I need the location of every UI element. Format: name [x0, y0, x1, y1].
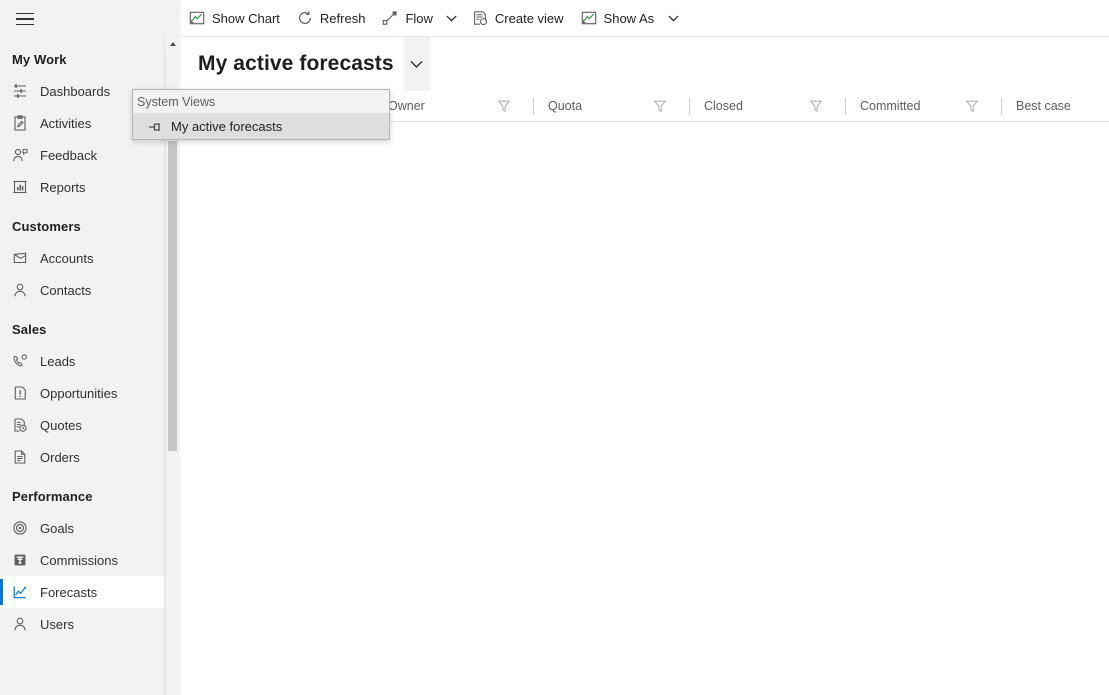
contacts-icon: [12, 280, 36, 300]
sitemap-group-title: Sales: [12, 322, 47, 337]
sitemap-group-title: Performance: [12, 489, 93, 504]
sidebar-item-quotes[interactable]: Quotes: [0, 409, 164, 441]
sidebar-item-forecasts[interactable]: Forecasts: [0, 576, 164, 608]
grid-body: No data available.: [180, 122, 1109, 695]
accounts-icon: [12, 248, 36, 268]
dashboards-icon: [12, 81, 36, 101]
command-show-as[interactable]: Show As: [572, 0, 663, 37]
reports-icon: [12, 177, 36, 197]
sidebar-item-label: Quotes: [40, 417, 82, 433]
flyout-item-label: My active forecasts: [171, 118, 283, 134]
command-label: Refresh: [319, 10, 366, 26]
sidebar-item-goals[interactable]: Goals: [0, 512, 164, 544]
sidebar-item-accounts[interactable]: Accounts: [0, 242, 164, 274]
command-label: Show As: [603, 10, 655, 26]
grid-column-label: Closed: [704, 99, 743, 113]
pin-icon[interactable]: [143, 118, 165, 134]
filter-icon[interactable]: [652, 91, 668, 121]
scroll-up-arrow-icon[interactable]: [165, 36, 180, 52]
sidebar-item-reports[interactable]: Reports: [0, 171, 164, 203]
command-flow[interactable]: Flow: [373, 0, 440, 37]
sidebar-item-label: Users: [40, 616, 74, 632]
command-show-chart[interactable]: Show Chart: [180, 0, 288, 37]
sitemap-group-title: My Work: [12, 52, 67, 67]
view-selector-bar: My active forecasts: [180, 37, 1109, 91]
app-root: My Work Dashboards Activities Feedback Repor…: [0, 0, 1109, 695]
filter-icon[interactable]: [964, 91, 980, 121]
sitemap-group-title: Customers: [12, 219, 81, 234]
show-chart-icon: [188, 10, 206, 26]
flyout-section-header: System Views: [133, 90, 389, 113]
goals-icon: [12, 518, 36, 538]
scrollbar-track: [165, 52, 166, 695]
sidebar-item-label: Leads: [40, 353, 76, 369]
activities-icon: [12, 113, 36, 133]
opportunities-icon: [12, 383, 36, 403]
sidebar-item-opportunities[interactable]: Opportunities: [0, 377, 164, 409]
sidebar-item-feedback[interactable]: Feedback: [0, 139, 164, 171]
forecasts-icon: [12, 582, 36, 602]
grid-column-label: Owner: [388, 99, 425, 113]
command-label: Create view: [494, 10, 564, 26]
sidebar-item-label: Forecasts: [40, 584, 98, 600]
chevron-down-icon[interactable]: [403, 37, 430, 91]
sidebar-item-label: Dashboards: [40, 83, 111, 99]
sidebar-item-label: Contacts: [40, 282, 92, 298]
users-icon: [12, 614, 36, 634]
sidebar-item-label: Feedback: [40, 147, 98, 163]
quotes-icon: [12, 415, 36, 435]
filter-icon[interactable]: [808, 91, 824, 121]
hamburger-menu-icon[interactable]: [8, 10, 42, 28]
leads-icon: [12, 351, 36, 371]
filter-icon[interactable]: [496, 91, 512, 121]
flow-icon: [381, 10, 399, 26]
grid-column-best-case[interactable]: Best case: [1002, 91, 1109, 121]
sidebar-item-label: Activities: [40, 115, 92, 131]
command-refresh[interactable]: Refresh: [288, 0, 374, 37]
grid-column-quota[interactable]: Quota: [534, 91, 690, 121]
grid-column-committed[interactable]: Committed: [846, 91, 1002, 121]
grid-column-owner[interactable]: Owner: [374, 91, 534, 121]
command-create-view[interactable]: Create view: [463, 0, 572, 37]
command-label: Flow: [405, 10, 433, 26]
grid-column-label: Quota: [548, 99, 583, 113]
feedback-icon: [12, 145, 36, 165]
sidebar-item-label: Accounts: [40, 250, 94, 266]
grid-column-label: Committed: [860, 99, 921, 113]
sidebar-item-label: Commissions: [40, 552, 119, 568]
flyout-item-my-active-forecasts[interactable]: My active forecasts: [133, 113, 389, 139]
sidebar-item-commissions[interactable]: Commissions: [0, 544, 164, 576]
refresh-icon: [296, 10, 314, 26]
sidebar-item-users[interactable]: Users: [0, 608, 164, 640]
sidebar-item-contacts[interactable]: Contacts: [0, 274, 164, 306]
orders-icon: [12, 447, 36, 467]
commissions-icon: [12, 550, 36, 570]
show-as-icon: [580, 10, 598, 26]
command-bar: Show Chart Refresh Flow Create view Show As: [180, 0, 1109, 37]
scrollbar-thumb[interactable]: [168, 141, 177, 451]
page-title[interactable]: My active forecasts: [180, 52, 394, 76]
command-show-as-chevron-down-icon[interactable]: [662, 0, 684, 37]
sidebar-item-orders[interactable]: Orders: [0, 441, 164, 473]
command-label: Show Chart: [212, 10, 280, 26]
sitemap-header: [0, 0, 180, 36]
sidebar-item-label: Orders: [40, 449, 80, 465]
grid-column-closed[interactable]: Closed: [690, 91, 846, 121]
sidebar-item-leads[interactable]: Leads: [0, 345, 164, 377]
view-selector-flyout: System Views My active forecasts: [132, 89, 390, 140]
sidebar-item-label: Opportunities: [40, 385, 118, 401]
sidebar-item-label: Reports: [40, 179, 86, 195]
command-flow-chevron-down-icon[interactable]: [441, 0, 463, 37]
flyout-item-list: My active forecasts: [133, 113, 389, 139]
grid-column-label: Best case: [1016, 99, 1071, 113]
sidebar-item-label: Goals: [40, 520, 74, 536]
create-view-icon: [471, 10, 489, 26]
